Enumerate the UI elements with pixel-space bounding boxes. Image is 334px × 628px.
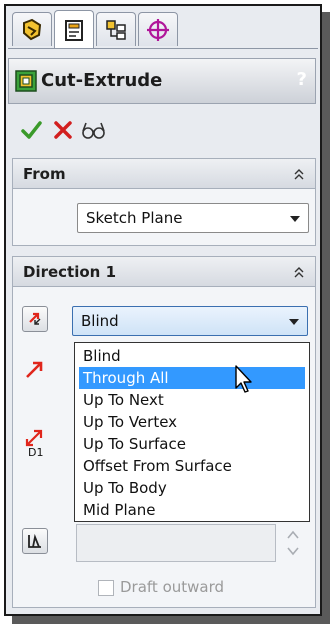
cut-extrude-icon bbox=[15, 70, 37, 92]
list-item[interactable]: Up To Next bbox=[79, 389, 305, 411]
draft-angle-input[interactable] bbox=[76, 524, 276, 562]
tab-configurationmanager[interactable] bbox=[96, 12, 136, 46]
direction-arrow-icon bbox=[26, 361, 43, 378]
from-header[interactable]: From bbox=[13, 159, 315, 189]
chevron-down-icon bbox=[290, 216, 300, 222]
from-value: Sketch Plane bbox=[86, 209, 183, 227]
end-condition-select[interactable]: Blind bbox=[72, 306, 308, 336]
action-buttons bbox=[18, 118, 138, 142]
list-item[interactable]: Blind bbox=[79, 345, 305, 367]
direction1-header[interactable]: Direction 1 bbox=[13, 257, 315, 287]
depth-dimension-icon bbox=[25, 429, 43, 447]
feature-titlebar: Cut-Extrude ? bbox=[8, 58, 316, 104]
tab-divider bbox=[8, 48, 318, 49]
ok-button[interactable] bbox=[18, 118, 44, 142]
preview-button[interactable] bbox=[80, 118, 106, 142]
end-condition-dropdown: Blind Through All Up To Next Up To Verte… bbox=[74, 342, 310, 522]
list-item[interactable]: Up To Vertex bbox=[79, 411, 305, 433]
draft-outward-checkbox[interactable] bbox=[98, 580, 114, 596]
property-manager-icon bbox=[65, 19, 83, 41]
detailed-preview-icon bbox=[82, 122, 105, 139]
list-item[interactable]: Up To Body bbox=[79, 477, 305, 499]
reverse-direction-button[interactable] bbox=[22, 306, 48, 332]
draft-outward-label: Draft outward bbox=[120, 578, 225, 596]
list-item[interactable]: Through All bbox=[79, 367, 305, 389]
depth-icon: D1 bbox=[18, 426, 54, 460]
draft-angle-stepper[interactable] bbox=[282, 524, 304, 562]
configuration-manager-icon bbox=[106, 19, 126, 40]
list-item[interactable]: Offset From Surface bbox=[79, 455, 305, 477]
depth-label: D1 bbox=[28, 446, 44, 459]
draft-toggle-button[interactable] bbox=[22, 528, 48, 554]
manager-tabs bbox=[8, 8, 318, 49]
chevron-down-icon bbox=[289, 319, 299, 325]
tab-featuremanager[interactable] bbox=[12, 12, 52, 46]
end-condition-value: Blind bbox=[81, 312, 119, 330]
collapse-chevron-icon bbox=[294, 267, 304, 278]
dimxpert-manager-icon bbox=[147, 18, 169, 41]
mouse-cursor-icon bbox=[235, 365, 252, 393]
from-select[interactable]: Sketch Plane bbox=[77, 203, 309, 233]
cancel-x-icon bbox=[54, 121, 72, 139]
help-button[interactable]: ? bbox=[297, 69, 307, 90]
page-title: Cut-Extrude bbox=[41, 70, 163, 91]
list-item[interactable]: Up To Surface bbox=[79, 433, 305, 455]
from-panel: From Sketch Plane bbox=[12, 158, 316, 246]
direction1-label: Direction 1 bbox=[23, 263, 117, 281]
tab-propertymanager[interactable] bbox=[54, 10, 94, 48]
list-item[interactable]: Mid Plane bbox=[79, 499, 305, 521]
ok-check-icon bbox=[21, 121, 42, 139]
cancel-button[interactable] bbox=[50, 118, 76, 142]
reverse-direction-icon bbox=[29, 312, 41, 325]
draft-icon bbox=[28, 533, 41, 548]
feature-manager-icon bbox=[23, 18, 42, 40]
property-manager-panel: Cut-Extrude ? From Sketch Plane Directio… bbox=[4, 4, 322, 616]
collapse-chevron-icon bbox=[294, 169, 304, 180]
from-label: From bbox=[23, 165, 66, 183]
tab-dimxpertmanager[interactable] bbox=[138, 12, 178, 46]
